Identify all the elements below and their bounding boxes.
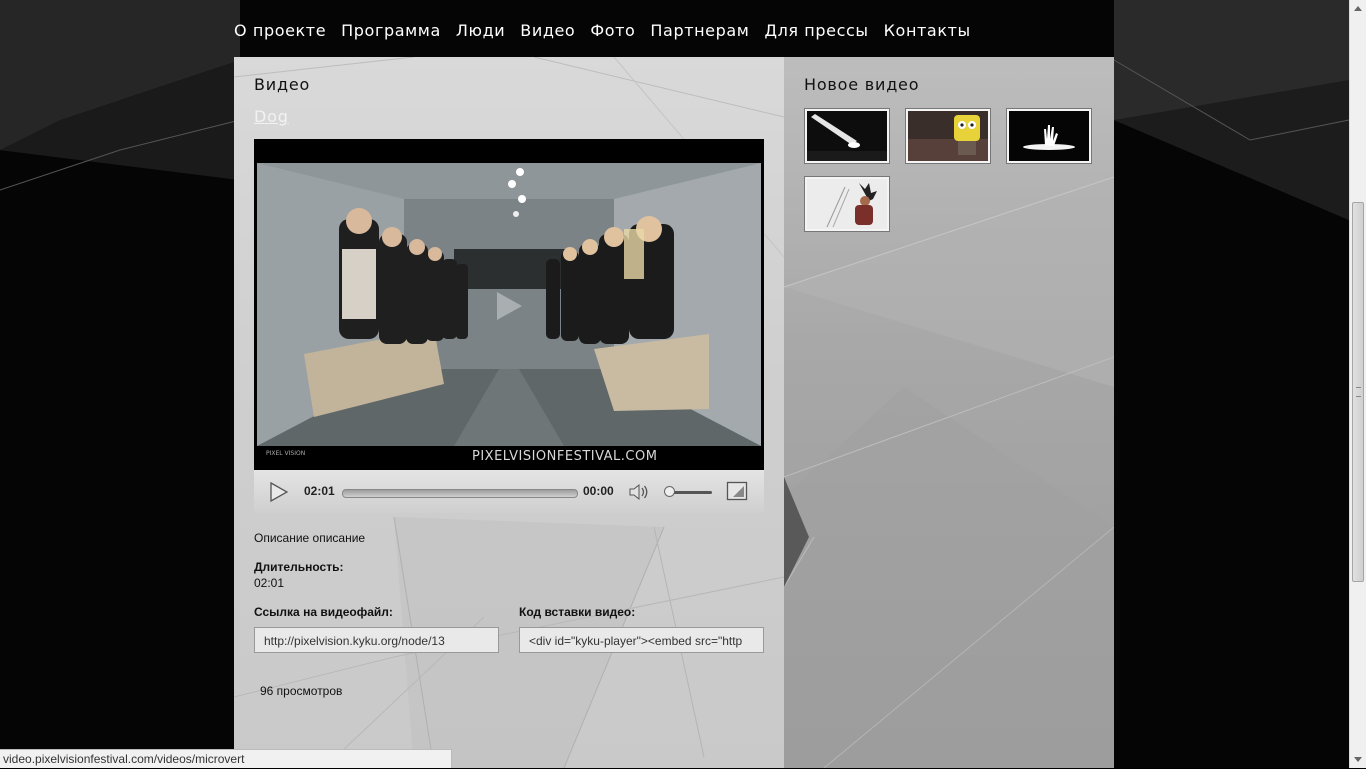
video-watermark: PIXELVISIONFESTIVAL.COM [472, 449, 658, 464]
nav-item-partners[interactable]: Партнерам [650, 18, 749, 44]
nav-item-photo[interactable]: Фото [590, 18, 635, 44]
video-player: PIXEL VISION PIXELVISIONFESTIVAL.COM 02:… [254, 139, 764, 513]
nav-item-program[interactable]: Программа [341, 18, 441, 44]
embed-code-label: Код вставки видео: [519, 605, 636, 619]
duration-time: 02:01 [304, 484, 335, 498]
duration-label: Длительность: [254, 560, 344, 574]
duration-value: 02:01 [254, 576, 285, 590]
thumb-figure-sculpture[interactable] [804, 176, 890, 232]
page-title: Видео [254, 75, 311, 94]
scrollbar-grip-icon [1356, 387, 1361, 397]
new-videos-sidebar: Новое видео [784, 57, 1114, 768]
progress-bar[interactable] [342, 489, 578, 498]
thumb-light-beam[interactable] [804, 108, 890, 164]
scroll-up-arrow-icon[interactable] [1350, 0, 1366, 17]
embed-code-field[interactable]: <div id="kyku-player"><embed src="http [519, 627, 764, 653]
big-play-icon[interactable] [491, 289, 525, 323]
main-navigation: О проекте Программа Люди Видео Фото Парт… [234, 18, 986, 44]
thumb-hand-glow[interactable] [1006, 108, 1092, 164]
video-title-link[interactable]: Dog [254, 107, 289, 126]
play-icon[interactable] [268, 482, 288, 502]
video-content-panel: Видео Dog PIXEL VISION PIXELVISIONFESTIV… [234, 57, 784, 768]
current-time: 00:00 [583, 484, 614, 498]
view-count: 96 просмотров [260, 684, 343, 698]
file-link-label: Ссылка на видеофайл: [254, 605, 393, 619]
video-description: Описание описание [254, 531, 366, 545]
player-controls: 02:01 00:00 [254, 470, 764, 513]
nav-item-press[interactable]: Для прессы [764, 18, 868, 44]
nav-item-about[interactable]: О проекте [234, 18, 326, 44]
video-screen[interactable]: PIXEL VISION PIXELVISIONFESTIVAL.COM [254, 139, 764, 470]
volume-slider-knob[interactable] [664, 486, 675, 497]
sidebar-title: Новое видео [804, 75, 920, 94]
nav-item-people[interactable]: Люди [456, 18, 505, 44]
nav-item-video[interactable]: Видео [520, 18, 575, 44]
fullscreen-icon[interactable] [726, 481, 748, 501]
scroll-down-arrow-icon[interactable] [1350, 751, 1366, 768]
browser-status-bar: video.pixelvisionfestival.com/videos/mic… [0, 749, 452, 768]
volume-icon[interactable] [628, 482, 650, 502]
file-link-field[interactable]: http://pixelvision.kyku.org/node/13 [254, 627, 499, 653]
pixelvision-logo: PIXEL VISION [266, 450, 306, 457]
thumb-sponge-character[interactable] [905, 108, 991, 164]
vertical-scrollbar[interactable] [1349, 0, 1366, 768]
nav-item-contacts[interactable]: Контакты [884, 18, 971, 44]
scrollbar-thumb[interactable] [1352, 202, 1364, 582]
